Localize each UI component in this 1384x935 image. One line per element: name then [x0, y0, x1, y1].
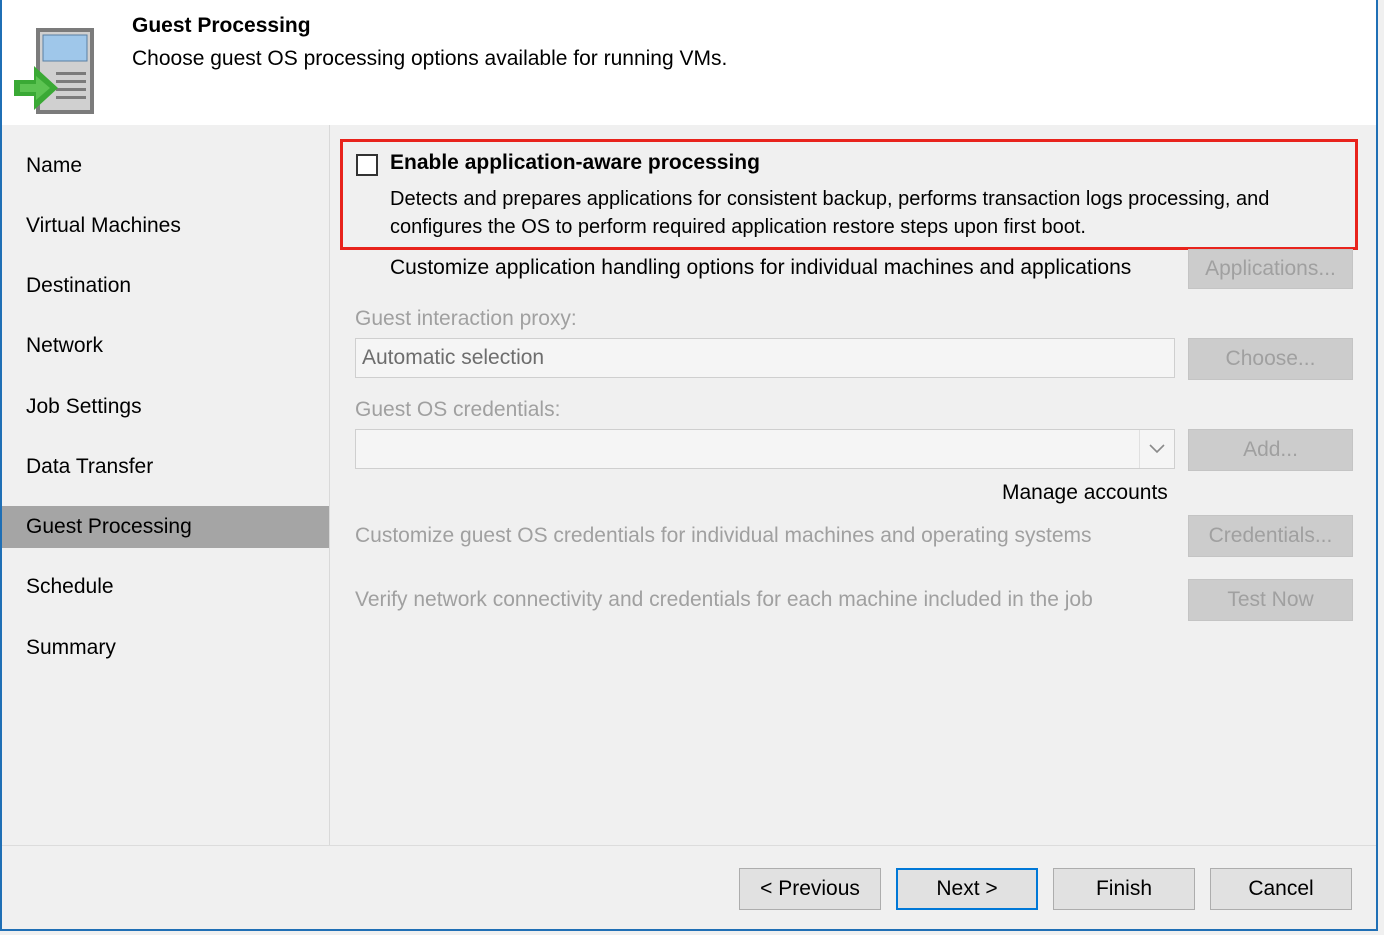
next-button[interactable]: Next > [896, 868, 1038, 910]
sidebar-item-network[interactable]: Network [2, 325, 329, 367]
credentials-dropdown[interactable] [355, 429, 1175, 469]
verify-text: Verify network connectivity and credenti… [355, 588, 1093, 611]
add-credentials-button[interactable]: Add... [1188, 429, 1353, 471]
choose-button[interactable]: Choose... [1188, 338, 1353, 380]
enable-app-aware-checkbox[interactable] [356, 154, 378, 176]
sidebar-item-data-transfer[interactable]: Data Transfer [2, 446, 329, 488]
credentials-button[interactable]: Credentials... [1188, 515, 1353, 557]
sidebar-item-virtual-machines[interactable]: Virtual Machines [2, 205, 329, 247]
credentials-label: Guest OS credentials: [355, 398, 561, 421]
enable-app-aware-description: Detects and prepares applications for co… [390, 188, 1270, 238]
applications-button[interactable]: Applications... [1188, 249, 1353, 289]
test-now-button[interactable]: Test Now [1188, 579, 1353, 621]
server-arrow-icon [14, 28, 94, 114]
manage-accounts-link[interactable]: Manage accounts [1002, 481, 1168, 505]
finish-button[interactable]: Finish [1053, 868, 1195, 910]
previous-button[interactable]: < Previous [739, 868, 881, 910]
chevron-down-icon[interactable] [1139, 430, 1174, 468]
page-title: Guest Processing [132, 14, 311, 37]
sidebar-item-name[interactable]: Name [2, 145, 329, 187]
proxy-field[interactable]: Automatic selection [355, 338, 1175, 378]
sidebar-item-summary[interactable]: Summary [2, 627, 329, 669]
sidebar-item-guest-processing[interactable]: Guest Processing [2, 506, 329, 548]
proxy-label: Guest interaction proxy: [355, 307, 577, 330]
enable-app-aware-label[interactable]: Enable application-aware processing [390, 151, 760, 175]
cancel-button[interactable]: Cancel [1210, 868, 1352, 910]
sidebar-item-schedule[interactable]: Schedule [2, 566, 329, 608]
wizard-header: Guest Processing Choose guest OS process… [2, 0, 1376, 125]
customize-apps-text: Customize application handling options f… [390, 256, 1132, 279]
page-subtitle: Choose guest OS processing options avail… [132, 47, 728, 70]
customize-creds-text: Customize guest OS credentials for indiv… [355, 524, 1092, 547]
sidebar-item-job-settings[interactable]: Job Settings [2, 386, 329, 428]
wizard-steps-sidebar: Name Virtual Machines Destination Networ… [2, 125, 330, 845]
sidebar-item-destination[interactable]: Destination [2, 265, 329, 307]
